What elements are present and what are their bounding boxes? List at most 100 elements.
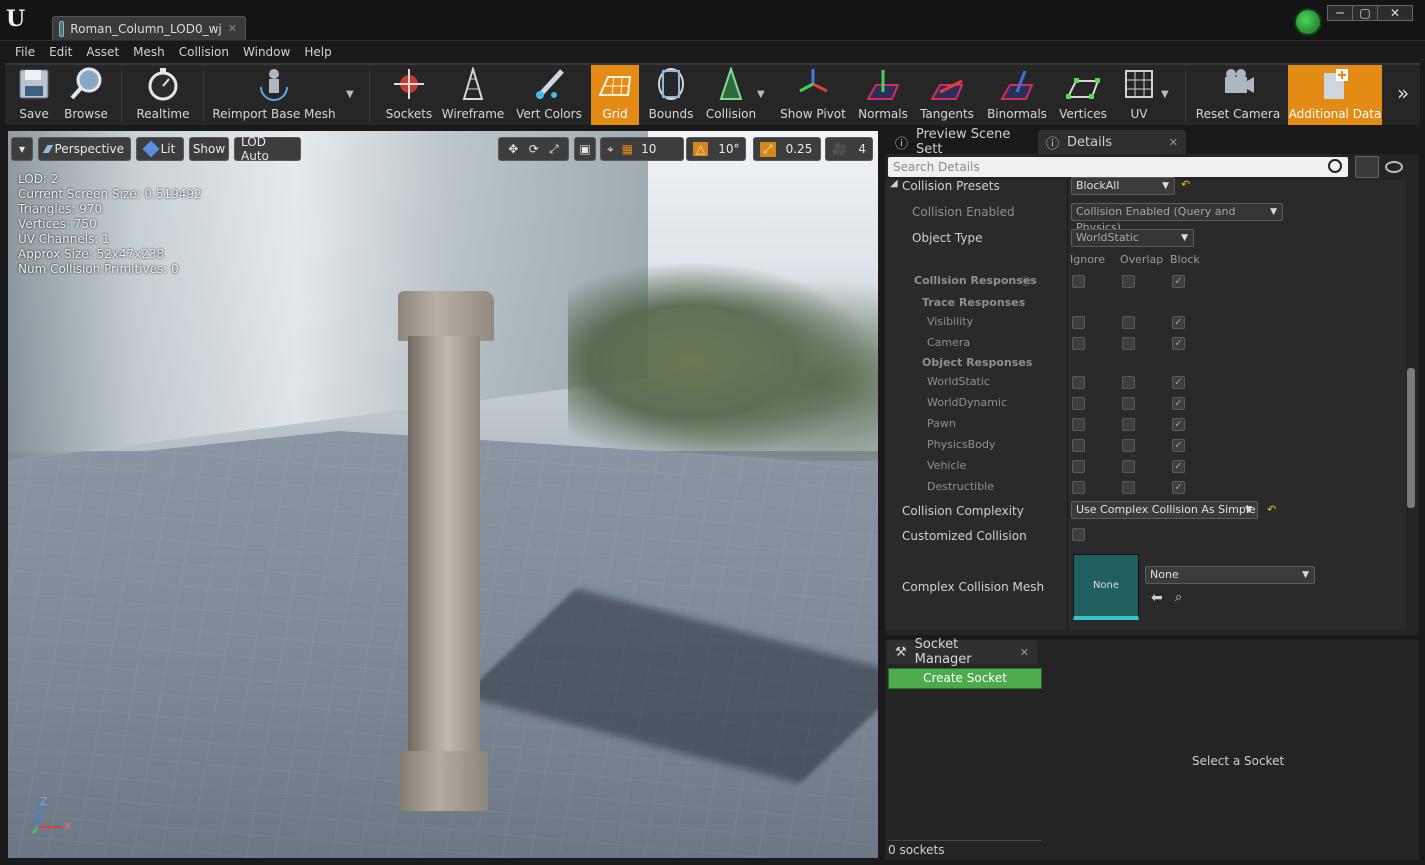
vehicle-overlap-checkbox[interactable] [1122,460,1135,473]
collapse-arrow-icon[interactable]: ◢ [890,178,898,189]
grid-snap-button[interactable]: ⌖ ▦ 10 [600,137,684,161]
collision-dropdown-icon[interactable]: ▼ [757,89,765,100]
rotation-snap-button[interactable]: △ 10° [686,137,746,161]
menu-asset[interactable]: Asset [79,42,126,62]
pawn-block-checkbox[interactable]: ✓ [1172,418,1185,431]
save-button[interactable]: Save [11,65,57,125]
additional-data-button[interactable]: Additional Data [1288,65,1382,125]
physicsbody-overlap-checkbox[interactable] [1122,439,1135,452]
vert-colors-button[interactable]: Vert Colors [513,65,585,125]
worldstatic-ignore-checkbox[interactable] [1072,376,1085,389]
document-tab[interactable]: Roman_Column_LOD0_wj ✕ [52,16,246,40]
menu-mesh[interactable]: Mesh [126,42,172,62]
visibility-overlap-checkbox[interactable] [1122,316,1135,329]
menu-help[interactable]: Help [297,42,338,62]
bounds-button[interactable]: Bounds [647,65,695,125]
physicsbody-block-checkbox[interactable]: ✓ [1172,439,1185,452]
use-selected-arrow-icon[interactable]: ⬅ [1151,590,1163,606]
customized-collision-checkbox[interactable] [1072,528,1085,541]
pawn-ignore-checkbox[interactable] [1072,418,1085,431]
mesh-viewport[interactable]: ▾ Perspective Lit Show LOD Auto ✥ ⟳ ⤢ ▣ … [8,131,878,858]
worlddynamic-ignore-checkbox[interactable] [1072,397,1085,410]
grid-button[interactable]: Grid [591,65,639,125]
uv-button[interactable]: UV [1117,65,1161,125]
wireframe-button[interactable]: Wireframe [442,65,504,125]
reimport-base-mesh-button[interactable]: Reimport Base Mesh [212,65,336,125]
destructible-block-checkbox[interactable]: ✓ [1172,481,1185,494]
menu-collision[interactable]: Collision [172,42,236,62]
destructible-ignore-checkbox[interactable] [1072,481,1085,494]
menu-window[interactable]: Window [236,42,297,62]
menu-edit[interactable]: Edit [42,42,79,62]
worlddynamic-overlap-checkbox[interactable] [1122,397,1135,410]
worldstatic-block-checkbox[interactable]: ✓ [1172,376,1185,389]
binormals-button[interactable]: Binormals [985,65,1049,125]
close-window-button[interactable]: ✕ [1377,5,1413,21]
search-details-input[interactable]: Search Details [888,157,1348,177]
collision-presets-dropdown[interactable]: BlockAll ▼ [1071,177,1175,195]
reset-to-default-icon[interactable]: ↶ [1181,178,1190,191]
details-scrollbar[interactable] [1407,368,1415,508]
menu-file[interactable]: File [8,42,42,62]
eye-icon[interactable] [1385,161,1403,173]
collision-complexity-dropdown[interactable]: Use Complex Collision As Simple ▼ [1071,501,1258,519]
close-tab-icon[interactable]: ✕ [1169,136,1178,149]
collision-responses-block-checkbox[interactable]: ✓ [1172,275,1185,288]
realtime-button[interactable]: Realtime [135,65,191,125]
translate-icon[interactable]: ✥ [508,142,518,156]
worlddynamic-block-checkbox[interactable]: ✓ [1172,397,1185,410]
rotate-icon[interactable]: ⟳ [529,142,539,156]
coordinate-space-button[interactable]: ▣ [574,137,596,161]
browse-button[interactable]: Browse [61,65,111,125]
scale-snap-button[interactable]: ⤢ 0.25 [753,137,821,161]
camera-speed-button[interactable]: 🎥 4 [825,137,873,161]
vehicle-ignore-checkbox[interactable] [1072,460,1085,473]
normals-button[interactable]: Normals [857,65,909,125]
camera-ignore-checkbox[interactable] [1072,337,1085,350]
scale-icon[interactable]: ⤢ [549,142,559,157]
complex-collision-mesh-thumbnail[interactable]: None [1073,554,1139,620]
camera-overlap-checkbox[interactable] [1122,337,1135,350]
uv-dropdown-icon[interactable]: ▼ [1161,89,1169,100]
viewport-options-button[interactable]: ▾ [11,137,33,161]
roman-column-mesh[interactable] [398,291,494,811]
pawn-overlap-checkbox[interactable] [1122,418,1135,431]
camera-block-checkbox[interactable]: ✓ [1172,337,1185,350]
tab-details[interactable]: ⓘ Details ✕ [1038,130,1186,154]
close-tab-icon[interactable]: ✕ [228,22,237,35]
collision-button[interactable]: Collision [703,65,759,125]
show-pivot-button[interactable]: Show Pivot [777,65,849,125]
visibility-block-checkbox[interactable]: ✓ [1172,316,1185,329]
complex-collision-mesh-dropdown[interactable]: None ▼ [1145,566,1315,584]
reset-to-default-icon[interactable]: ↶ [1267,503,1276,516]
lod-button[interactable]: LOD Auto [234,135,301,163]
view-options-button[interactable] [1355,156,1379,178]
maximize-button[interactable]: ▢ [1352,5,1378,21]
collision-responses-ignore-checkbox[interactable] [1072,275,1085,288]
tab-preview-scene-settings[interactable]: ⓘ Preview Scene Sett [887,127,1037,157]
help-icon[interactable]: ⓘ [1021,273,1031,288]
toolbar-overflow-icon[interactable]: » [1397,81,1409,105]
perspective-button[interactable]: Perspective [38,137,131,161]
collision-responses-overlap-checkbox[interactable] [1122,275,1135,288]
lit-button[interactable]: Lit [136,137,184,161]
sockets-button[interactable]: Sockets [383,65,435,125]
physicsbody-ignore-checkbox[interactable] [1072,439,1085,452]
collision-enabled-dropdown[interactable]: Collision Enabled (Query and Physics) ▼ [1071,203,1283,234]
visibility-ignore-checkbox[interactable] [1072,316,1085,329]
tangents-button[interactable]: Tangents [917,65,977,125]
vertices-button[interactable]: Vertices [1057,65,1109,125]
object-type-dropdown[interactable]: WorldStatic ▼ [1071,229,1194,247]
tab-socket-manager[interactable]: ⚒ Socket Manager ✕ [887,637,1037,667]
vehicle-block-checkbox[interactable]: ✓ [1172,460,1185,473]
reset-camera-button[interactable]: Reset Camera [1196,65,1280,125]
source-control-icon[interactable] [1294,8,1322,36]
minimize-button[interactable]: ─ [1327,5,1353,21]
create-socket-button[interactable]: Create Socket [888,668,1042,689]
browse-asset-icon[interactable]: ⌕ [1175,590,1182,605]
worldstatic-overlap-checkbox[interactable] [1122,376,1135,389]
destructible-overlap-checkbox[interactable] [1122,481,1135,494]
reimport-dropdown-icon[interactable]: ▼ [346,89,354,100]
close-tab-icon[interactable]: ✕ [1020,646,1029,659]
show-button[interactable]: Show [189,137,229,161]
